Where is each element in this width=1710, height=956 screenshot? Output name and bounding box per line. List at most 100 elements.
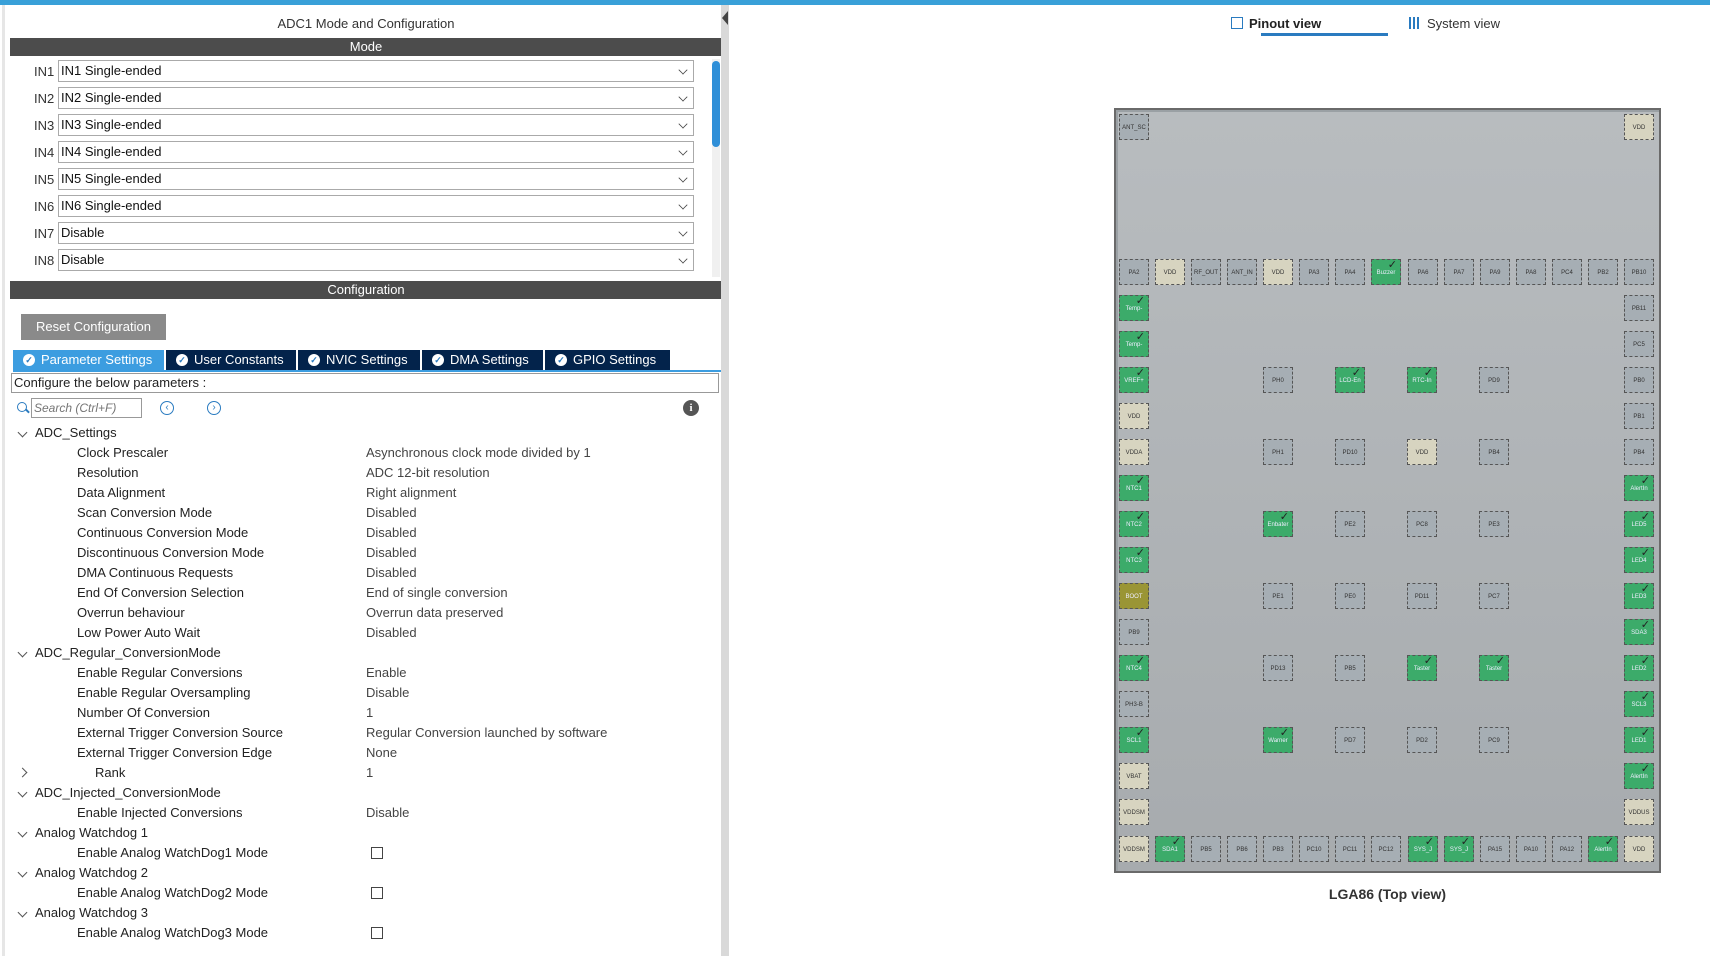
chip-pin[interactable]: PA7 xyxy=(1444,259,1474,285)
tab-user-constants[interactable]: ✓ User Constants xyxy=(166,350,296,370)
chevron-down-icon[interactable] xyxy=(17,907,28,918)
tree-param-row[interactable]: Number Of Conversion 1 xyxy=(0,703,720,723)
chip-pin[interactable]: VDD xyxy=(1407,439,1437,465)
tree-group[interactable]: Analog Watchdog 2 xyxy=(0,863,720,883)
chip-pin[interactable]: VDDSM xyxy=(1119,799,1149,825)
chip-pin[interactable]: PC11 xyxy=(1335,836,1365,862)
search-input[interactable] xyxy=(31,398,142,418)
chip-pin[interactable]: PA4 xyxy=(1335,259,1365,285)
chip-pin[interactable]: AlertIn ✓ xyxy=(1624,763,1654,789)
chip-pin[interactable]: SYS_J ✓ xyxy=(1444,836,1474,862)
chip-pin[interactable]: NTC4 ✓ xyxy=(1119,655,1149,681)
chip-pin[interactable]: PE0 xyxy=(1335,583,1365,609)
chip-pin[interactable]: PD11 xyxy=(1407,583,1437,609)
chip-pin[interactable]: SDA1 ✓ xyxy=(1155,836,1185,862)
chip-pin[interactable]: NTC3 ✓ xyxy=(1119,547,1149,573)
chip-pin[interactable]: Taster ✓ xyxy=(1407,655,1437,681)
collapse-arrow-icon[interactable] xyxy=(722,11,728,25)
chip-pin[interactable]: PE2 xyxy=(1335,511,1365,537)
chip-pin[interactable]: PB3 xyxy=(1263,836,1293,862)
tree-param-row[interactable]: Clock Prescaler Asynchronous clock mode d… xyxy=(0,443,720,463)
chip-pin[interactable]: PH0 xyxy=(1263,367,1293,393)
chip-pin[interactable]: Enbater ✓ xyxy=(1263,511,1293,537)
chip-pin[interactable]: Temp- ✓ xyxy=(1119,331,1149,357)
tree-group[interactable]: Analog Watchdog 3 xyxy=(0,903,720,923)
channel-mode-select[interactable]: IN3 Single-ended xyxy=(58,114,694,136)
chip-pin[interactable]: PD2 xyxy=(1407,727,1437,753)
tab-pinout-view[interactable]: Pinout view xyxy=(1231,15,1321,33)
chip-pin[interactable]: PB11 xyxy=(1624,295,1654,321)
chip-pin[interactable]: VDD xyxy=(1155,259,1185,285)
tree-param-row[interactable]: Resolution ADC 12-bit resolution xyxy=(0,463,720,483)
chip-pin[interactable]: VDD xyxy=(1624,114,1654,140)
channel-mode-select[interactable]: Disable xyxy=(58,249,694,271)
channel-mode-select[interactable]: IN4 Single-ended xyxy=(58,141,694,163)
chip-pin[interactable]: PB1 xyxy=(1624,403,1654,429)
chip-pin[interactable]: PD13 xyxy=(1263,655,1293,681)
tree-param-row[interactable]: Low Power Auto Wait Disabled xyxy=(0,623,720,643)
scrollbar-thumb[interactable] xyxy=(712,61,720,147)
tree-group[interactable]: Analog Watchdog 1 xyxy=(0,823,720,843)
chip-pin[interactable]: PB0 xyxy=(1624,367,1654,393)
chip-pin[interactable]: PC12 xyxy=(1371,836,1401,862)
chip-pin[interactable]: PH3-B xyxy=(1119,691,1149,717)
info-icon[interactable]: i xyxy=(683,400,699,416)
chevron-right-icon[interactable] xyxy=(17,767,28,778)
chip-pin[interactable]: VDDUS xyxy=(1624,799,1654,825)
chip-pin[interactable]: ANT_IN xyxy=(1227,259,1257,285)
channel-mode-select[interactable]: Disable xyxy=(58,222,694,244)
chip-pin[interactable]: PB5 xyxy=(1335,655,1365,681)
chip-pin[interactable]: PA15 xyxy=(1480,836,1510,862)
tree-param-row[interactable]: Enable Regular Oversampling Disable xyxy=(0,683,720,703)
tree-param-row[interactable]: Enable Analog WatchDog3 Mode xyxy=(0,923,720,943)
next-match-icon[interactable]: › xyxy=(207,401,221,415)
channel-mode-select[interactable]: IN6 Single-ended xyxy=(58,195,694,217)
chip-pin[interactable]: BOOT xyxy=(1119,583,1149,609)
chevron-down-icon[interactable] xyxy=(17,787,28,798)
chip-pin[interactable]: Warner ✓ xyxy=(1263,727,1293,753)
param-checkbox[interactable] xyxy=(371,927,383,939)
chip-pin[interactable]: SYS_J ✓ xyxy=(1408,836,1438,862)
chip-pin[interactable]: VBAT xyxy=(1119,763,1149,789)
chip-pin[interactable]: VDDSM xyxy=(1119,836,1149,862)
chip-pin[interactable]: PC8 xyxy=(1407,511,1437,537)
chip-pin[interactable]: SCL3 ✓ xyxy=(1624,691,1654,717)
chip-pin[interactable]: PB2 xyxy=(1588,259,1618,285)
chip-pin[interactable]: PB4 xyxy=(1479,439,1509,465)
chip-pin[interactable]: Temp- ✓ xyxy=(1119,295,1149,321)
chip-pin[interactable]: Taster ✓ xyxy=(1479,655,1509,681)
tree-param-row[interactable]: Scan Conversion Mode Disabled xyxy=(0,503,720,523)
tree-param-row[interactable]: Enable Regular Conversions Enable xyxy=(0,663,720,683)
chip-pin[interactable]: PC10 xyxy=(1299,836,1329,862)
tree-param-row[interactable]: Overrun behaviour Overrun data preserved xyxy=(0,603,720,623)
chip-pin[interactable]: LED4 ✓ xyxy=(1624,547,1654,573)
chip-pin[interactable]: VREF+ ✓ xyxy=(1119,367,1149,393)
tree-param-row[interactable]: Enable Analog WatchDog1 Mode xyxy=(0,843,720,863)
chip-pin[interactable]: LED3 ✓ xyxy=(1624,583,1654,609)
chip-pin[interactable]: PB9 xyxy=(1119,619,1149,645)
chip-pin[interactable]: LED5 ✓ xyxy=(1624,511,1654,537)
chip-pin[interactable]: VDD xyxy=(1119,403,1149,429)
chip-pin[interactable]: LED1 ✓ xyxy=(1624,727,1654,753)
previous-match-icon[interactable]: ‹ xyxy=(160,401,174,415)
chip-pin[interactable]: PB6 xyxy=(1227,836,1257,862)
chip-pin[interactable]: PB10 xyxy=(1624,259,1654,285)
tree-param-row[interactable]: External Trigger Conversion Source Regula… xyxy=(0,723,720,743)
chip-pin[interactable]: PB4 xyxy=(1624,439,1654,465)
chip-pin[interactable]: VDDA xyxy=(1119,439,1149,465)
chip-pin[interactable]: PA12 xyxy=(1552,836,1582,862)
chip-pin[interactable]: PD7 xyxy=(1335,727,1365,753)
channel-mode-select[interactable]: IN2 Single-ended xyxy=(58,87,694,109)
chip-pin[interactable]: RF_OUT xyxy=(1191,259,1221,285)
chip-pin[interactable]: PD10 xyxy=(1335,439,1365,465)
tree-param-row[interactable]: External Trigger Conversion Edge None xyxy=(0,743,720,763)
chip-pin[interactable]: Buzzer ✓ xyxy=(1371,259,1401,285)
chip-pin[interactable]: SDA3 ✓ xyxy=(1624,619,1654,645)
chip-pin[interactable]: PE1 xyxy=(1263,583,1293,609)
tree-group[interactable]: ADC_Injected_ConversionMode xyxy=(0,783,720,803)
mode-scrollbar[interactable] xyxy=(712,59,720,277)
tree-param-row[interactable]: End Of Conversion Selection End of single… xyxy=(0,583,720,603)
reset-configuration-button[interactable]: Reset Configuration xyxy=(21,314,166,340)
chip-pin[interactable]: SCL1 ✓ xyxy=(1119,727,1149,753)
chip-pin[interactable]: PA6 xyxy=(1408,259,1438,285)
